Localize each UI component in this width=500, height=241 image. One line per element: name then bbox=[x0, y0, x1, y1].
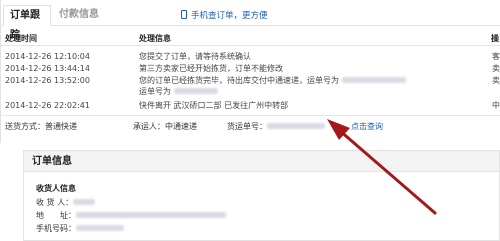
receiver-phone: 手机号码： bbox=[36, 223, 124, 234]
mobile-link-label: 手机查订单，更方便 bbox=[191, 11, 268, 21]
receiver-address-label: 地 址： bbox=[36, 211, 76, 220]
redacted-tracking-number bbox=[341, 77, 406, 83]
row-operator: 卖 bbox=[492, 64, 500, 73]
row-info: 第三方卖家已经开始拣货，订单不能修改 bbox=[139, 64, 283, 73]
row-operator: 中 bbox=[492, 101, 500, 110]
redacted-value bbox=[76, 225, 124, 231]
row-info: 您的订单已经拣货完毕，待出库交付中通速递，运单号为 bbox=[139, 75, 406, 86]
receiver-info-title: 收货人信息 bbox=[36, 184, 76, 193]
tracking-row: 2014-12-26 13:52:00 您的订单已经拣货完毕，待出库交付中通速递… bbox=[1, 75, 500, 86]
row-info-text: 运单号为 bbox=[139, 87, 171, 96]
mobile-order-link[interactable]: 手机查订单，更方便 bbox=[181, 9, 361, 23]
row-time: 2014-12-26 13:44:14 bbox=[5, 64, 90, 73]
header-divider bbox=[1, 45, 500, 46]
redacted-tracking-number bbox=[267, 123, 325, 129]
row-time: 2014-12-26 13:52:00 bbox=[5, 76, 90, 85]
order-info-title: 订单信息 bbox=[24, 151, 499, 172]
receiver-address: 地 址： bbox=[36, 210, 226, 221]
row-time: 2014-12-26 22:02:41 bbox=[5, 101, 90, 110]
row-operator: 卖 bbox=[492, 76, 500, 85]
header-info: 处理信息 bbox=[139, 34, 171, 43]
phone-icon bbox=[181, 10, 187, 19]
tracking-row-continued: 运单号为 bbox=[1, 86, 500, 97]
tracking-number-label: 货运单号： bbox=[227, 122, 267, 131]
row-info-text: 您的订单已经拣货完毕，待出库交付中通速递，运单号为 bbox=[139, 76, 339, 85]
shipping-divider bbox=[1, 115, 500, 116]
shipping-carrier: 承运人：中通速递 bbox=[133, 122, 197, 131]
tab-payment-info[interactable]: 付款信息 bbox=[53, 5, 105, 26]
row-time: 2014-12-26 12:10:04 bbox=[5, 52, 90, 61]
row-operator: 客 bbox=[492, 52, 500, 61]
receiver-name: 收 货 人： bbox=[36, 197, 96, 208]
shipping-method: 送货方式：普通快递 bbox=[5, 122, 77, 131]
tab-order-tracking[interactable]: 订单跟踪 bbox=[3, 5, 51, 41]
row-info: 您提交了订单，请等待系统确认 bbox=[139, 52, 251, 61]
tracking-row: 2014-12-26 22:02:41 快件离开 武汉硚口二部 已发往广州中转部… bbox=[1, 100, 500, 111]
header-operator: 操 bbox=[491, 34, 499, 43]
redacted-value bbox=[76, 212, 226, 218]
tracking-number: 货运单号： bbox=[227, 121, 325, 132]
order-info-panel: 订单信息 收货人信息 收 货 人： 地 址： 手机号码： bbox=[23, 150, 500, 241]
redacted-value bbox=[73, 199, 96, 205]
order-tracking-panel: 订单跟踪 付款信息 手机查订单，更方便 处理时间 处理信息 操 2014-12-… bbox=[0, 0, 500, 143]
receiver-name-label: 收 货 人： bbox=[36, 198, 74, 207]
tracking-row: 2014-12-26 13:44:14 第三方卖家已经开始拣货，订单不能修改 卖 bbox=[1, 63, 500, 74]
receiver-phone-label: 手机号码： bbox=[36, 224, 76, 233]
query-link[interactable]: 点击查询 bbox=[351, 121, 383, 132]
tracking-row: 2014-12-26 12:10:04 您提交了订单，请等待系统确认 客 bbox=[1, 51, 500, 62]
header-time: 处理时间 bbox=[5, 34, 37, 43]
row-info: 快件离开 武汉硚口二部 已发往广州中转部 bbox=[139, 101, 289, 110]
row-info: 运单号为 bbox=[139, 86, 218, 97]
redacted-tracking-number bbox=[173, 88, 218, 94]
